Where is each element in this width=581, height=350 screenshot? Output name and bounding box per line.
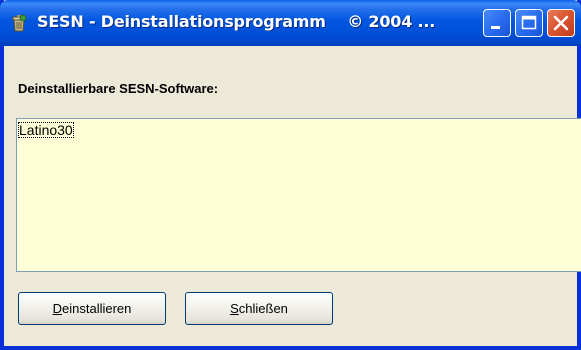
uninstall-button[interactable]: Deinstallieren: [18, 292, 166, 325]
uninstall-button-label: einstallieren: [62, 301, 132, 316]
close-icon: [553, 15, 569, 31]
software-listbox[interactable]: Latino30: [16, 118, 581, 272]
uninstall-button-mnemonic: D: [52, 301, 62, 316]
close-button-mnemonic: S: [230, 301, 239, 316]
uninstall-dialog: SESN - Deinstallationsprogramm © 2004 ..…: [0, 0, 581, 350]
sesn-app-icon[interactable]: [8, 12, 30, 34]
close-button[interactable]: Schließen: [185, 292, 333, 325]
minimize-icon: [491, 26, 500, 29]
window-title-copyright: © 2004 ...: [347, 12, 436, 31]
maximize-button[interactable]: [515, 9, 543, 37]
close-window-button[interactable]: [547, 9, 575, 37]
list-item-latino30[interactable]: Latino30: [18, 122, 74, 138]
close-button-label: chließen: [238, 301, 288, 316]
software-list-label: Deinstallierbare SESN-Software:: [18, 81, 219, 96]
window-title-text: SESN - Deinstallationsprogramm: [37, 12, 326, 31]
title-bar[interactable]: SESN - Deinstallationsprogramm © 2004 ..…: [0, 0, 581, 46]
minimize-button[interactable]: [483, 9, 511, 37]
maximize-icon: [521, 15, 537, 30]
window-title: SESN - Deinstallationsprogramm © 2004 ..…: [37, 12, 477, 31]
